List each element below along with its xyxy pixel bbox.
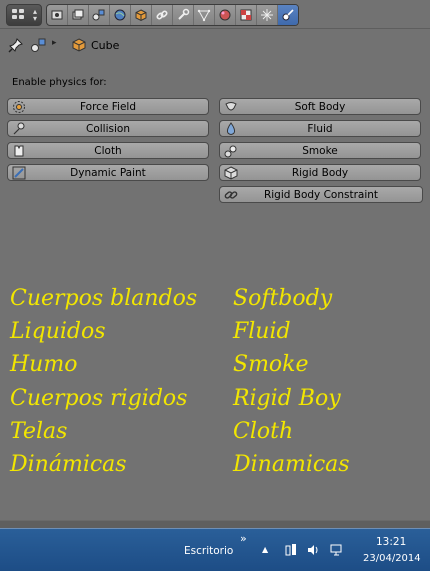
force-field-button[interactable]: Force Field bbox=[7, 98, 209, 115]
smoke-button[interactable]: Smoke bbox=[219, 142, 421, 159]
pin-icon[interactable] bbox=[8, 37, 24, 53]
fluid-button[interactable]: Fluid bbox=[219, 120, 421, 137]
power-icon[interactable] bbox=[284, 543, 298, 557]
rigid-body-constraint-icon bbox=[224, 188, 238, 202]
volume-icon[interactable] bbox=[306, 543, 320, 557]
scene-icon bbox=[31, 38, 46, 52]
render-layers-icon bbox=[72, 9, 84, 20]
object-icon bbox=[135, 9, 147, 22]
rigid-body-constraint-button[interactable]: Rigid Body Constraint bbox=[219, 186, 423, 203]
tab-texture[interactable] bbox=[236, 5, 257, 25]
note-en-4: Rigid Boy bbox=[233, 386, 341, 411]
tab-object[interactable] bbox=[131, 5, 152, 25]
note-en-5: Cloth bbox=[233, 419, 294, 444]
tab-world[interactable] bbox=[110, 5, 131, 25]
dynamic-paint-button[interactable]: Dynamic Paint bbox=[7, 164, 209, 181]
tab-particles[interactable] bbox=[257, 5, 278, 25]
texture-icon bbox=[240, 9, 252, 21]
force-field-label: Force Field bbox=[80, 101, 136, 113]
cloth-icon bbox=[12, 144, 26, 158]
rigid-body-label: Rigid Body bbox=[291, 167, 349, 179]
note-en-3: Smoke bbox=[233, 352, 309, 377]
editor-type-icon bbox=[12, 9, 26, 20]
clock-time[interactable]: 13:21 bbox=[376, 536, 406, 548]
material-icon bbox=[219, 9, 231, 21]
note-es-5: Telas bbox=[10, 419, 68, 444]
dynamic-paint-icon bbox=[12, 166, 26, 180]
context-tabs bbox=[46, 4, 299, 26]
desktop-toolbar-label[interactable]: Escritorio bbox=[184, 545, 233, 557]
rigid-body-button[interactable]: Rigid Body bbox=[219, 164, 421, 181]
smoke-icon bbox=[224, 144, 238, 158]
note-es-2: Liquidos bbox=[10, 319, 106, 344]
show-hidden-icons-button[interactable]: ▲ bbox=[262, 545, 268, 554]
object-name: Cube bbox=[91, 39, 120, 52]
network-icon[interactable] bbox=[330, 543, 344, 557]
scene-icon bbox=[92, 9, 105, 21]
rigid-body-icon bbox=[224, 166, 238, 180]
object-icon bbox=[72, 38, 86, 52]
note-en-1: Softbody bbox=[233, 286, 333, 311]
clock-date[interactable]: 23/04/2014 bbox=[363, 553, 421, 564]
tab-material[interactable] bbox=[215, 5, 236, 25]
note-en-6: Dinamicas bbox=[233, 452, 350, 477]
note-en-2: Fluid bbox=[233, 319, 291, 344]
note-es-3: Humo bbox=[10, 352, 78, 377]
constraints-icon bbox=[156, 10, 168, 20]
particles-icon bbox=[261, 9, 273, 21]
collision-icon bbox=[12, 122, 26, 136]
cloth-button[interactable]: Cloth bbox=[7, 142, 209, 159]
tab-physics[interactable] bbox=[278, 5, 298, 25]
tab-modifiers[interactable] bbox=[173, 5, 194, 25]
note-es-4: Cuerpos rigidos bbox=[10, 386, 188, 411]
fluid-icon bbox=[224, 122, 238, 136]
physics-icon bbox=[282, 9, 294, 21]
editor-type-button[interactable]: ▴ ▾ bbox=[6, 4, 42, 26]
taskbar: » Escritorio ▲ 13:21 23/04/2014 bbox=[0, 528, 430, 571]
collision-label: Collision bbox=[86, 123, 130, 135]
smoke-label: Smoke bbox=[302, 145, 338, 157]
data-icon bbox=[197, 9, 211, 22]
soft-body-button[interactable]: Soft Body bbox=[219, 98, 421, 115]
taskbar-more-button[interactable]: » bbox=[240, 532, 247, 545]
force-field-icon bbox=[12, 100, 26, 114]
cloth-label: Cloth bbox=[94, 145, 122, 157]
tab-render-layers[interactable] bbox=[68, 5, 89, 25]
soft-body-icon bbox=[224, 100, 238, 114]
chevron-updown-icon: ▴ ▾ bbox=[32, 7, 37, 23]
chevron-right-icon: ▸ bbox=[52, 38, 57, 48]
rigid-body-constraint-label: Rigid Body Constraint bbox=[263, 189, 379, 201]
note-es-6: Dinámicas bbox=[10, 452, 127, 477]
tab-scene[interactable] bbox=[89, 5, 110, 25]
tab-constraints[interactable] bbox=[152, 5, 173, 25]
soft-body-label: Soft Body bbox=[294, 101, 346, 113]
note-es-1: Cuerpos blandos bbox=[10, 286, 198, 311]
breadcrumb: ▸ Cube bbox=[0, 34, 430, 56]
properties-header: ▴ ▾ bbox=[0, 0, 430, 29]
tab-render[interactable] bbox=[47, 5, 68, 25]
render-icon bbox=[51, 10, 63, 20]
modifiers-icon bbox=[178, 8, 190, 20]
enable-physics-label: Enable physics for: bbox=[12, 77, 107, 88]
world-icon bbox=[114, 9, 126, 21]
tab-data[interactable] bbox=[194, 5, 215, 25]
collision-button[interactable]: Collision bbox=[7, 120, 209, 137]
fluid-label: Fluid bbox=[307, 123, 333, 135]
dynamic-paint-label: Dynamic Paint bbox=[70, 167, 146, 179]
